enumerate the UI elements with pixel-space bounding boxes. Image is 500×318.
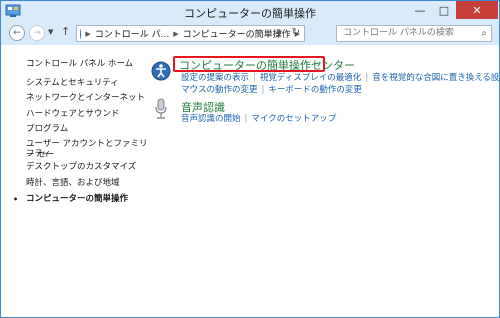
minimize-button[interactable]: —	[408, 1, 432, 19]
current-page-bullet: •	[13, 195, 19, 204]
suggest-settings-link[interactable]: 設定の提案の表示	[181, 73, 249, 83]
start-speech-recognition-link[interactable]: 音声認識の開始	[181, 114, 241, 124]
ease-of-access-center-link[interactable]: コンピューターの簡単操作センター	[179, 57, 355, 73]
control-panel-window: コンピューターの簡単操作 — □ ✕ ← → ▼ ↑ ▶ コントロール パ...…	[0, 0, 500, 318]
ease-center-links-row2: マウスの動作の変更 | キーボードの動作の変更	[181, 85, 362, 95]
speech-links-row: 音声認識の開始 | マイクのセットアップ	[181, 114, 337, 124]
recent-pages-dropdown-icon[interactable]: ▼	[48, 28, 53, 36]
refresh-icon[interactable]: ↻	[292, 27, 300, 38]
setup-microphone-link[interactable]: マイクのセットアップ	[251, 114, 336, 124]
sidebar-item-clock-language[interactable]: 時計、言語、および地域	[26, 178, 120, 189]
sidebar-control-panel-home[interactable]: コントロール パネル ホーム	[26, 57, 133, 69]
search-icon[interactable]: ⌕	[481, 26, 487, 41]
navigation-bar: ← → ▼ ↑ ▶ コントロール パ... ▶ コンピューターの簡単操作 ▶ ▼…	[1, 23, 499, 45]
forward-button[interactable]: →	[29, 25, 45, 41]
maximize-button[interactable]: □	[432, 1, 456, 19]
sidebar-item-desktop[interactable]: デスクトップのカスタマイズ	[26, 162, 136, 173]
sidebar-item-user-accounts-line2[interactable]: フティ	[26, 149, 51, 160]
title-bar: コンピューターの簡単操作 — □ ✕	[1, 1, 499, 23]
chevron-right-icon[interactable]: ▶	[173, 30, 178, 38]
optimize-display-link[interactable]: 視覚ディスプレイの最適化	[260, 73, 361, 83]
sidebar-item-ease-of-access[interactable]: • コンピューターの簡単操作	[13, 194, 129, 205]
ease-center-links-row1: 設定の提案の表示 | 視覚ディスプレイの最適化 | 音を視覚的な合図に置き換える設定	[181, 73, 499, 84]
visual-cues-link[interactable]: 音を視覚的な合図に置き換える設定	[372, 73, 499, 83]
sidebar-item-hardware-sound[interactable]: ハードウェアとサウンド	[26, 109, 119, 120]
sidebar-item-programs[interactable]: プログラム	[26, 124, 68, 135]
back-button[interactable]: ←	[9, 25, 25, 41]
breadcrumb-control-panel[interactable]: コントロール パ...	[95, 27, 169, 40]
sidebar: コントロール パネル ホーム システムとセキュリティ ネットワークとインターネッ…	[1, 45, 151, 317]
microphone-icon	[155, 98, 167, 119]
speech-recognition-link[interactable]: 音声認識	[181, 99, 225, 115]
search-input[interactable]: コントロール パネルの検索 ⌕	[336, 25, 492, 42]
ease-of-access-icon	[151, 61, 171, 81]
address-bar[interactable]: ▶ コントロール パ... ▶ コンピューターの簡単操作 ▶ ▼ ↻	[76, 25, 305, 42]
sidebar-item-network[interactable]: ネットワークとインターネット	[26, 93, 145, 104]
sidebar-item-label: コンピューターの簡単操作	[26, 194, 129, 204]
control-panel-icon	[80, 28, 82, 39]
close-button[interactable]: ✕	[456, 1, 498, 19]
sidebar-item-system-security[interactable]: システムとセキュリティ	[26, 78, 119, 89]
change-keyboard-link[interactable]: キーボードの動作の変更	[268, 85, 362, 95]
search-placeholder: コントロール パネルの検索	[343, 28, 454, 38]
address-dropdown-icon[interactable]: ▼	[277, 29, 282, 37]
breadcrumb-ease-of-access[interactable]: コンピューターの簡単操作	[183, 27, 291, 40]
chevron-right-icon[interactable]: ▶	[85, 30, 90, 38]
main-content: コンピューターの簡単操作センター 設定の提案の表示 | 視覚ディスプレイの最適化 | 音…	[151, 45, 499, 317]
change-mouse-link[interactable]: マウスの動作の変更	[181, 85, 258, 95]
up-button[interactable]: ↑	[61, 25, 70, 38]
